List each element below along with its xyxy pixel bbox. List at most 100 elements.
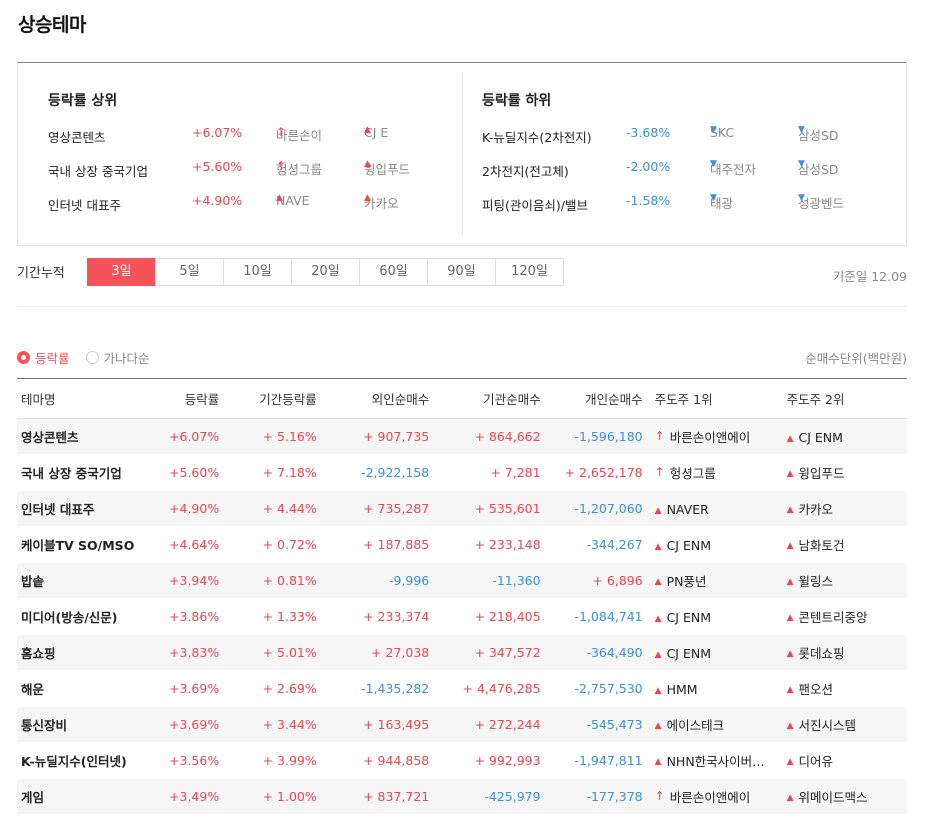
leader-stock-s2[interactable]: ▲ 윌링스 (781, 563, 907, 599)
summary-stock-s2[interactable]: ▼ 삼성SD (798, 159, 839, 178)
up-arrow-icon: ▲ (654, 613, 662, 624)
top-summary-row[interactable]: 국내 상장 중국기업 +5.60% ↑ 헝셩그룹 ▲ 윙입푸드 (48, 159, 410, 193)
sort-option[interactable]: 등락률 (17, 348, 70, 367)
radio-icon[interactable] (85, 351, 99, 364)
summary-stock-s2[interactable]: ▲ 카카오 (364, 193, 399, 212)
leader-stock-s2[interactable]: ▲ 서진시스템 (781, 707, 907, 743)
leader-stock-name: 윌링스 (798, 574, 833, 589)
header-rate[interactable]: 등락률 (147, 379, 226, 419)
header-theme-name[interactable]: 테마명 (17, 379, 147, 419)
leader-stock-s2[interactable]: ▲ 롯데쇼핑 (781, 635, 907, 671)
theme-name[interactable]: 케이블TV SO/MSO (17, 527, 147, 563)
summary-stock-s2[interactable]: ▲ 윙입푸드 (364, 159, 410, 178)
radio-icon[interactable] (17, 351, 30, 364)
header-period-rate[interactable]: 기간등락률 (225, 379, 323, 419)
leader-stock-s2[interactable]: ▲ 위메이드맥스 (781, 779, 907, 815)
leader-stock-s1[interactable]: ↑ 바른손이앤에이 (649, 419, 781, 455)
summary-theme-name[interactable]: 국내 상장 중국기업 (48, 161, 148, 180)
header-institution-net[interactable]: 기관순매수 (435, 379, 546, 419)
up-arrow-icon: ▲ (786, 685, 794, 695)
table-header-row: 테마명 등락률 기간등락률 외인순매수 기관순매수 개인순매수 주도주 1위 주… (17, 378, 907, 419)
theme-name[interactable]: 해운 (17, 671, 147, 707)
table-row[interactable]: 통신장비 +3.69% + 3.44% + 163,495 + 272,244 -545,… (17, 706, 907, 743)
leader-stock-s1[interactable]: ▲ NAVER (649, 491, 781, 527)
theme-name[interactable]: 영상콘텐츠 (17, 419, 147, 455)
table-row[interactable]: 미디어(방송/신문) +3.86% + 1.33% + 233,374 + 218,40… (17, 599, 907, 635)
period-rate-cell: + 3.44% (262, 717, 317, 732)
theme-name[interactable]: 국내 상장 중국기업 (17, 455, 147, 491)
theme-name[interactable]: 게임 (17, 779, 147, 815)
period-tab[interactable]: 5일 (155, 258, 224, 286)
leader-stock-s2[interactable]: ▲ 윙입푸드 (781, 455, 907, 491)
leader-stock-s1[interactable]: ▲ CJ ENM (649, 527, 781, 563)
table-row[interactable]: 해운 +3.69% + 2.69% -1,435,282 + 4,476,285 -2,7… (17, 671, 907, 707)
period-tab[interactable]: 120일 (495, 258, 564, 286)
top-summary-row[interactable]: 영상콘텐츠 +6.07% ↑ 바른손이 ▲ CJ E (48, 125, 388, 159)
table-row[interactable]: 국내 상장 중국기업 +5.60% + 7.18% -2,922,158 + 7,281… (17, 455, 907, 491)
up-arrow-icon: ↑ (654, 429, 665, 443)
leader-stock-name: 바른손이앤에이 (669, 790, 751, 805)
summary-stock-s2[interactable]: ▼ 삼성SD (798, 125, 839, 144)
leader-stock-s1[interactable]: ▲ NHN한국사이버결제 (649, 743, 781, 779)
leader-stock-name: 롯데쇼핑 (798, 646, 845, 661)
header-individual-net[interactable]: 개인순매수 (547, 379, 649, 419)
leader-stock-s2[interactable]: ▲ 팬오션 (781, 671, 907, 707)
theme-name[interactable]: 미디어(방송/신문) (17, 599, 147, 635)
summary-theme-name[interactable]: 2차전지(전고체) (482, 161, 569, 180)
leader-stock-s1[interactable]: ▲ 에이스테크 (649, 707, 781, 743)
table-row[interactable]: 홈쇼핑 +3.83% + 5.01% + 27,038 + 347,572 -364,49… (17, 634, 907, 671)
period-tab[interactable]: 90일 (427, 258, 496, 286)
summary-theme-name[interactable]: 피팅(관이음쇠)/밸브 (482, 195, 588, 214)
summary-rate: -1.58% (626, 193, 671, 208)
leader-stock-s1[interactable]: ▲ PN풍년 (649, 563, 781, 599)
leader-stock-s2[interactable]: ▲ 디어유 (781, 743, 907, 779)
theme-name[interactable]: 통신장비 (17, 707, 147, 743)
table-row[interactable]: K-뉴딜지수(인터넷) +3.56% + 3.99% + 944,858 + 992,9… (17, 743, 907, 779)
summary-stock-s1[interactable]: ↑ 헝셩그룹 (276, 159, 322, 178)
summary-theme-name[interactable]: 인터넷 대표주 (48, 195, 121, 214)
period-tab[interactable]: 20일 (291, 258, 360, 286)
institution-net-cell: + 4,476,285 (462, 681, 541, 696)
leader-stock-s2[interactable]: ▲ CJ ENM (781, 419, 907, 455)
bottom-summary-row[interactable]: 2차전지(전고체) -2.00% ▼ 대주전자 ▼ 삼성SD (482, 159, 839, 193)
individual-net-cell: -177,378 (586, 789, 643, 804)
leader-stock-s1[interactable]: ↑ 바른손이앤에이 (649, 779, 781, 815)
summary-stock-s2[interactable]: ▼ 성광벤드 (798, 193, 844, 212)
leader-stock-s1[interactable]: ▲ CJ ENM (649, 635, 781, 671)
summary-stock-s1[interactable]: ▼ 대주전자 (710, 159, 756, 178)
summary-stock-s1[interactable]: ▼ SKC (710, 125, 734, 140)
summary-theme-name[interactable]: K-뉴딜지수(2차전지) (482, 127, 592, 146)
foreign-net-cell: -2,922,158 (361, 465, 430, 480)
summary-stock-s2[interactable]: ▲ CJ E (364, 125, 388, 140)
sort-option[interactable]: 가나다순 (85, 348, 150, 367)
period-tab[interactable]: 10일 (223, 258, 292, 286)
table-row[interactable]: 밥솥 +3.94% + 0.81% -9,996 -11,360 + 6,896 ▲ PN풍년… (17, 562, 907, 599)
theme-name[interactable]: K-뉴딜지수(인터넷) (17, 743, 147, 779)
individual-net-cell: -364,490 (586, 645, 643, 660)
summary-theme-name[interactable]: 영상콘텐츠 (48, 127, 106, 146)
summary-stock-s1[interactable]: ↑ 바른손이 (276, 125, 322, 144)
leader-stock-s2[interactable]: ▲ 콘텐트리중앙 (781, 599, 907, 635)
bottom-summary-row[interactable]: 피팅(관이음쇠)/밸브 -1.58% ▼ 태광 ▼ 성광벤드 (482, 193, 844, 227)
summary-stock-s1[interactable]: ▼ 태광 (710, 193, 733, 212)
leader-stock-s2[interactable]: ▲ 카카오 (781, 491, 907, 527)
table-row[interactable]: 게임 +3.49% + 1.00% + 837,721 -425,979 -177,378… (17, 778, 907, 815)
header-foreign-net[interactable]: 외인순매수 (323, 379, 435, 419)
theme-name[interactable]: 밥솥 (17, 563, 147, 599)
leader-stock-name: 서진시스템 (798, 718, 856, 733)
table-row[interactable]: 영상콘텐츠 +6.07% + 5.16% + 907,735 + 864,662 -1,5… (17, 418, 907, 455)
leader-stock-s1[interactable]: ▲ HMM (649, 671, 781, 707)
period-rate-cell: + 1.00% (262, 789, 317, 804)
leader-stock-s2[interactable]: ▲ 남화토건 (781, 527, 907, 563)
bottom-summary-row[interactable]: K-뉴딜지수(2차전지) -3.68% ▼ SKC ▼ 삼성SD (482, 125, 839, 159)
theme-name[interactable]: 홈쇼핑 (17, 635, 147, 671)
top-summary-row[interactable]: 인터넷 대표주 +4.90% ▲ NAVE ▲ 카카오 (48, 193, 399, 227)
table-row[interactable]: 인터넷 대표주 +4.90% + 4.44% + 735,287 + 535,601 -1… (17, 490, 907, 527)
theme-name[interactable]: 인터넷 대표주 (17, 491, 147, 527)
leader-stock-s1[interactable]: ▲ CJ ENM (649, 599, 781, 635)
summary-stock-s1[interactable]: ▲ NAVE (276, 193, 310, 208)
table-row[interactable]: 케이블TV SO/MSO +4.64% + 0.72% + 187,885 + 233,… (17, 527, 907, 563)
period-tab[interactable]: 60일 (359, 258, 428, 286)
period-tab[interactable]: 3일 (87, 258, 156, 286)
leader-stock-s1[interactable]: ↑ 헝셩그룹 (649, 455, 781, 491)
